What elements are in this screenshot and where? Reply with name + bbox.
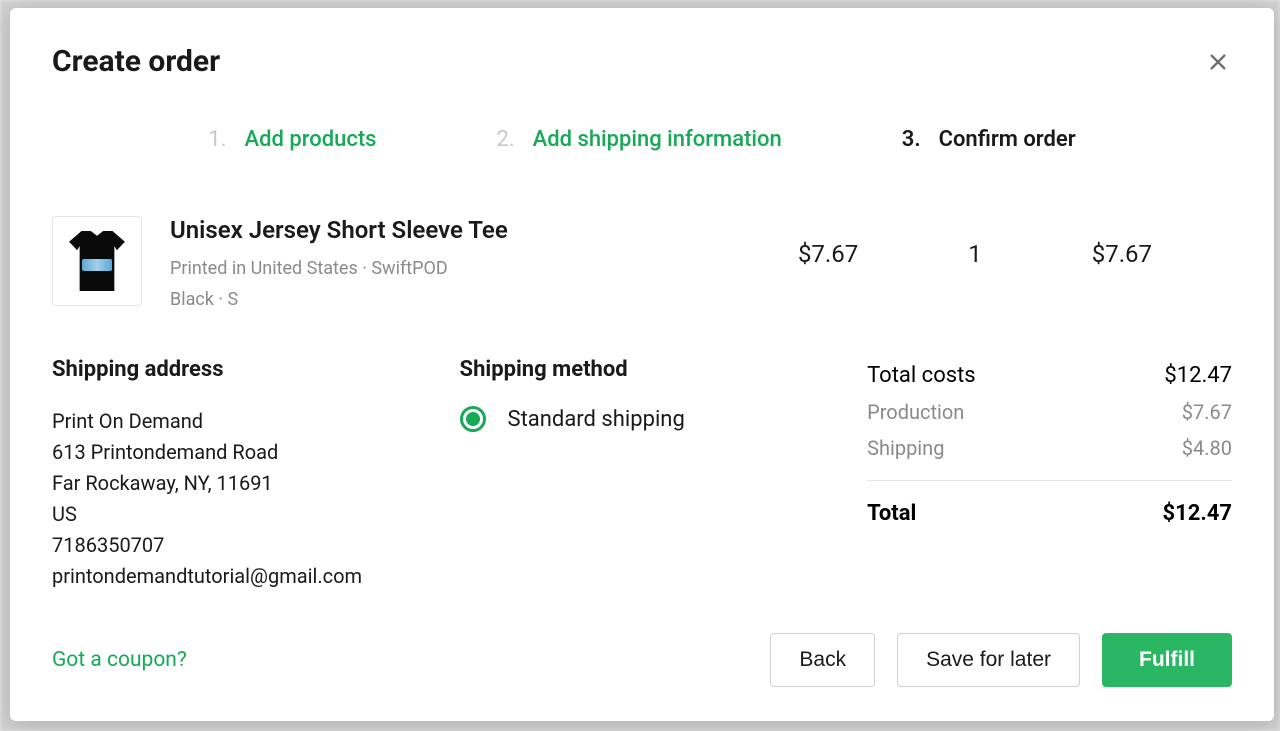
address-street: 613 Printondemand Road xyxy=(52,437,400,468)
stepper: 1. Add products 2. Add shipping informat… xyxy=(52,127,1232,152)
step-add-shipping[interactable]: 2. Add shipping information xyxy=(496,127,781,152)
product-info: Unisex Jersey Short Sleeve Tee Printed i… xyxy=(170,216,770,315)
address-name: Print On Demand xyxy=(52,406,400,437)
save-for-later-button[interactable]: Save for later xyxy=(897,633,1080,687)
shipping-address-col: Shipping address Print On Demand 613 Pri… xyxy=(52,357,400,592)
footer-buttons: Back Save for later Fulfill xyxy=(770,633,1232,687)
step-label: Add shipping information xyxy=(533,127,782,152)
total-value: $12.47 xyxy=(1163,501,1233,526)
shipping-method-heading: Shipping method xyxy=(460,357,808,382)
create-order-modal: Create order 1. Add products 2. Add ship… xyxy=(10,8,1274,721)
shipping-option-standard[interactable]: Standard shipping xyxy=(460,406,808,432)
total-costs-label: Total costs xyxy=(867,363,976,388)
step-number: 3. xyxy=(902,127,921,152)
costs-col: Total costs $12.47 Production $7.67 Ship… xyxy=(867,357,1232,592)
quantity: 1 xyxy=(968,240,982,268)
radio-selected-icon xyxy=(460,406,486,432)
address-phone: 7186350707 xyxy=(52,530,400,561)
production-row: Production $7.67 xyxy=(867,394,1232,430)
total-label: Total xyxy=(867,501,916,526)
total-costs-value: $12.47 xyxy=(1164,363,1232,388)
step-add-products[interactable]: 1. Add products xyxy=(208,127,376,152)
modal-footer: Got a coupon? Back Save for later Fulfil… xyxy=(52,633,1232,687)
production-label: Production xyxy=(867,400,964,424)
step-number: 1. xyxy=(208,127,226,152)
product-name: Unisex Jersey Short Sleeve Tee xyxy=(170,216,770,244)
step-confirm-order[interactable]: 3. Confirm order xyxy=(902,127,1076,152)
shipping-method-col: Shipping method Standard shipping xyxy=(460,357,808,592)
close-icon xyxy=(1207,51,1229,73)
fulfill-button[interactable]: Fulfill xyxy=(1102,633,1232,687)
step-label: Confirm order xyxy=(939,127,1076,152)
step-label: Add products xyxy=(245,127,377,152)
address-lines: Print On Demand 613 Printondemand Road F… xyxy=(52,406,400,592)
shipping-row: Shipping $4.80 xyxy=(867,430,1232,466)
shipping-cost-label: Shipping xyxy=(867,436,944,460)
production-value: $7.67 xyxy=(1182,400,1232,424)
lower-section: Shipping address Print On Demand 613 Pri… xyxy=(52,357,1232,592)
modal-header: Create order xyxy=(52,44,1232,79)
back-button[interactable]: Back xyxy=(770,633,875,687)
close-button[interactable] xyxy=(1204,48,1232,76)
shipping-cost-value: $4.80 xyxy=(1182,436,1232,460)
shipping-address-heading: Shipping address xyxy=(52,357,400,382)
coupon-link[interactable]: Got a coupon? xyxy=(52,648,187,672)
shipping-option-label: Standard shipping xyxy=(508,407,685,432)
address-city: Far Rockaway, NY, 11691 xyxy=(52,468,400,499)
total-costs-row: Total costs $12.47 xyxy=(867,357,1232,394)
total-row: Total $12.47 xyxy=(867,495,1232,532)
tshirt-icon xyxy=(66,231,128,291)
address-email: printondemandtutorial@gmail.com xyxy=(52,561,400,592)
product-row: Unisex Jersey Short Sleeve Tee Printed i… xyxy=(52,216,1232,315)
line-total: $7.67 xyxy=(1092,240,1152,268)
product-meta-variant: Black · S xyxy=(170,285,770,316)
product-meta-print: Printed in United States · SwiftPOD xyxy=(170,254,770,285)
product-thumbnail xyxy=(52,216,142,306)
cost-divider xyxy=(867,480,1232,481)
address-country: US xyxy=(52,499,400,530)
modal-title: Create order xyxy=(52,44,220,79)
unit-price: $7.67 xyxy=(798,240,858,268)
step-number: 2. xyxy=(496,127,514,152)
product-pricing: $7.67 1 $7.67 xyxy=(798,216,1232,268)
